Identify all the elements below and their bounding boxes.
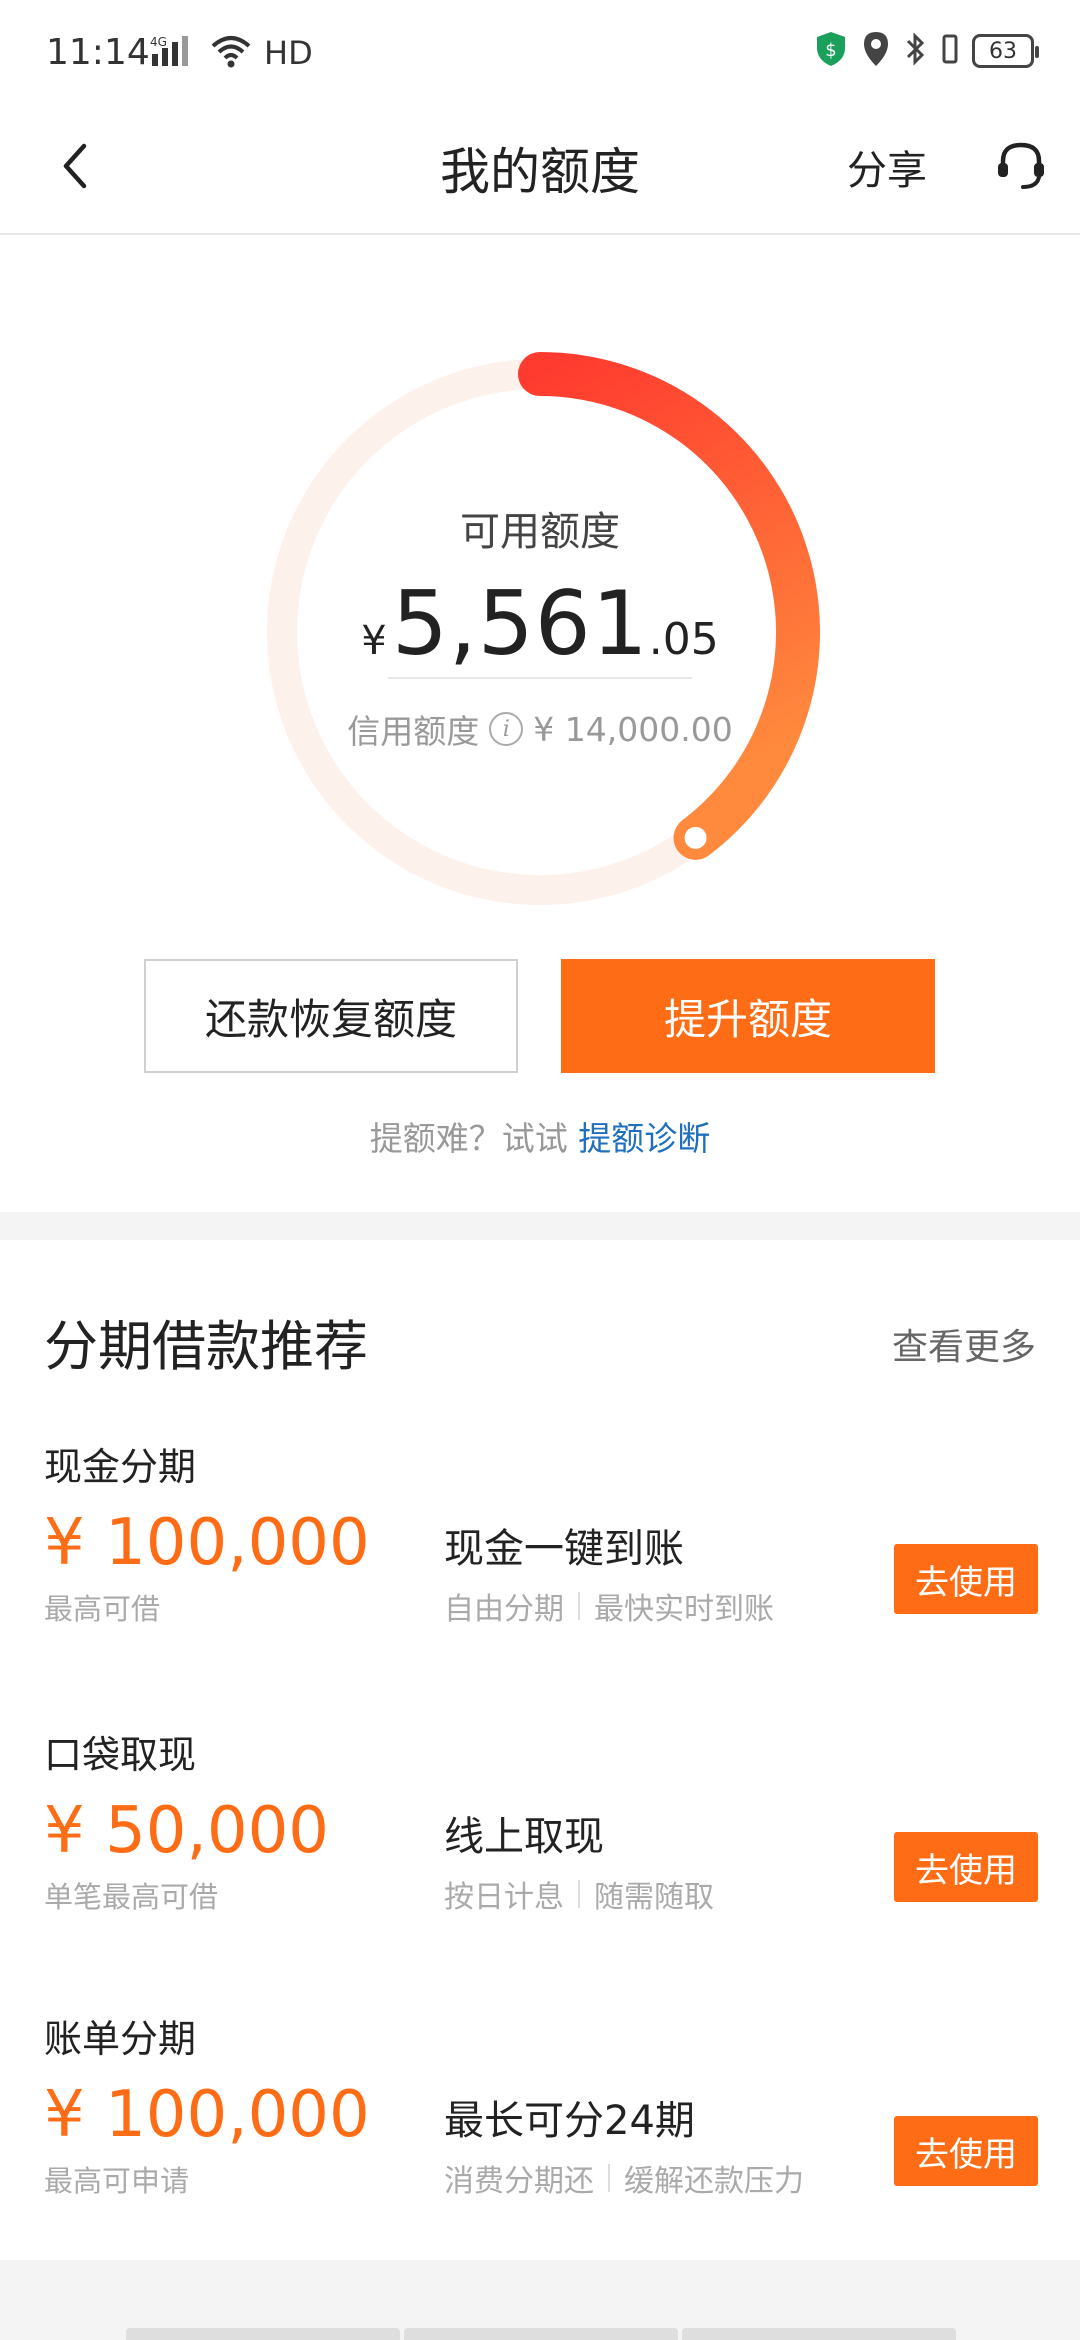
security-shield-icon: $ (814, 30, 848, 72)
customer-service-button[interactable] (990, 130, 1052, 200)
amount-caption: 单笔最高可借 (44, 1880, 219, 1914)
tag: 随需随取 (594, 1880, 714, 1915)
info-icon[interactable]: i (489, 712, 524, 746)
tag-separator (578, 1880, 580, 1908)
use-button[interactable]: 去使用 (894, 1544, 1038, 1614)
quota-diagnosis-link[interactable]: 提额诊断 (578, 1119, 710, 1158)
amount-caption: 最高可借 (44, 1592, 161, 1626)
section-divider (0, 1212, 1080, 1240)
credit-amount: ¥ 14,000.00 (533, 709, 733, 749)
nav-bar: 我的额度 分享 (0, 100, 1080, 235)
tag: 缓解还款压力 (624, 2164, 804, 2199)
battery-indicator: 63 (972, 34, 1039, 68)
hint-text: 提额难？试试 (369, 1119, 568, 1158)
signal-icon: 4G (150, 34, 198, 72)
product-amount: ¥ 50,000 (44, 1794, 329, 1868)
tag: 最快实时到账 (594, 1592, 774, 1627)
bottom-tab[interactable] (126, 2328, 400, 2340)
list-item: 口袋取现 ¥ 50,000 单笔最高可借 线上取现 按日计息 随需随取 去使用 (0, 1724, 1080, 1984)
currency-symbol: ¥ (361, 618, 387, 664)
hd-indicator: HD (264, 34, 313, 72)
tag: 按日计息 (444, 1880, 564, 1915)
raise-quota-button[interactable]: 提升额度 (561, 959, 935, 1073)
share-button[interactable]: 分享 (847, 138, 927, 196)
ring-end-knob (676, 818, 715, 857)
restore-quota-button[interactable]: 还款恢复额度 (144, 959, 518, 1073)
bluetooth-icon (904, 31, 928, 71)
tag-separator (608, 2164, 610, 2192)
status-bar: 11:14 4G HD $ 63 (0, 0, 1080, 100)
quota-card: 可用额度 ¥ 5,561.05 信用额度 i ¥ 14,000.00 还款恢复额… (0, 237, 1080, 1212)
bottom-tab[interactable] (404, 2328, 678, 2340)
bottom-tab[interactable] (682, 2328, 956, 2340)
product-tags: 自由分期 最快实时到账 (444, 1584, 774, 1628)
tag: 消费分期还 (444, 2164, 594, 2199)
product-name: 口袋取现 (44, 1733, 197, 1777)
list-item: 现金分期 ¥ 100,000 最高可借 现金一键到账 自由分期 最快实时到账 去… (0, 1436, 1080, 1696)
product-feature: 线上取现 (444, 1814, 604, 1860)
status-time: 11:14 (46, 32, 150, 73)
view-more-link[interactable]: 查看更多 (892, 1318, 1036, 1370)
product-amount: ¥ 100,000 (44, 1506, 370, 1580)
product-amount: ¥ 100,000 (44, 2078, 370, 2152)
product-tags: 按日计息 随需随取 (444, 1872, 714, 1916)
wifi-icon (210, 34, 252, 72)
amount-caption: 最高可申请 (44, 2164, 190, 2198)
svg-text:$: $ (825, 40, 836, 61)
status-right-icons: $ 63 (814, 30, 1039, 72)
vibrate-icon (942, 32, 958, 70)
available-decimal: .05 (648, 614, 719, 665)
installment-recommendations: 分期借款推荐 查看更多 现金分期 ¥ 100,000 最高可借 现金一键到账 自… (0, 1240, 1080, 2260)
product-name: 账单分期 (44, 2017, 197, 2061)
tag: 自由分期 (444, 1592, 564, 1627)
tag-separator (578, 1592, 580, 1620)
credit-limit-line: 信用额度 i ¥ 14,000.00 (0, 705, 1080, 753)
available-label: 可用额度 (460, 509, 620, 555)
product-feature: 现金一键到账 (444, 1526, 684, 1572)
use-button[interactable]: 去使用 (894, 1832, 1038, 1902)
product-tags: 消费分期还 缓解还款压力 (444, 2156, 804, 2200)
product-name: 现金分期 (44, 1445, 197, 1489)
use-button[interactable]: 去使用 (894, 2116, 1038, 2186)
available-integer: 5,561 (391, 572, 649, 675)
network-type: 4G (150, 35, 167, 49)
location-icon (862, 30, 890, 72)
hint-line: 提额难？试试 提额诊断 (0, 1112, 1080, 1160)
amount-divider (388, 677, 692, 679)
section-title: 分期借款推荐 (44, 1315, 368, 1378)
status-left-icons: 4G HD (150, 34, 313, 72)
credit-label: 信用额度 (347, 712, 480, 751)
bottom-tabs-peek (126, 2328, 956, 2340)
list-item: 账单分期 ¥ 100,000 最高可申请 最长可分24期 消费分期还 缓解还款压… (0, 2008, 1080, 2268)
product-feature: 最长可分24期 (444, 2098, 695, 2144)
available-amount: ¥ 5,561.05 (0, 572, 1080, 675)
headset-icon (998, 142, 1044, 189)
